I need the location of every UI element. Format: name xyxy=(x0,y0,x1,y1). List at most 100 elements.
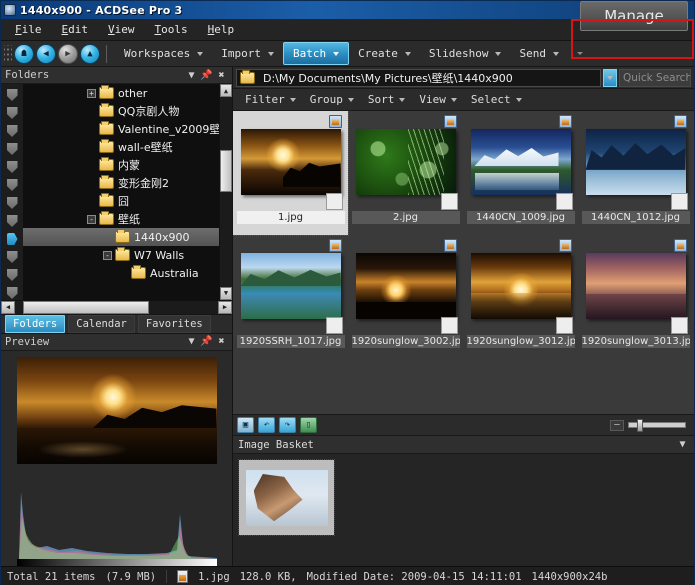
gutter-chip[interactable] xyxy=(1,104,23,122)
menu-item-file[interactable]: File xyxy=(15,23,42,36)
thumbnail-cell[interactable]: 1920SSRH_1017.jpg xyxy=(233,235,348,359)
chevron-down-icon[interactable]: ▼ xyxy=(185,335,198,348)
toolbar-import[interactable]: Import xyxy=(212,43,283,64)
toolbar-batch[interactable]: Batch xyxy=(282,42,350,65)
gutter-chip-selected[interactable] xyxy=(1,230,23,248)
compare-icon[interactable]: ▯ xyxy=(300,417,317,433)
thumbnail-cell[interactable]: 1440CN_1012.jpg xyxy=(578,111,693,235)
scroll-left-icon[interactable]: ◀ xyxy=(1,300,15,314)
scroll-down-icon[interactable]: ▼ xyxy=(220,286,232,300)
basket-item[interactable] xyxy=(238,459,335,536)
tab-favorites[interactable]: Favorites xyxy=(137,314,211,333)
menu-item-edit[interactable]: Edit xyxy=(62,23,89,36)
image-basket[interactable] xyxy=(233,454,694,566)
gutter-chip[interactable] xyxy=(1,140,23,158)
zoom-slider-thumb[interactable] xyxy=(636,419,643,432)
scroll-thumb-h[interactable] xyxy=(23,300,149,314)
filter-button[interactable]: Filter xyxy=(239,90,302,109)
tree-expander-icon[interactable]: - xyxy=(87,214,96,224)
scroll-up-icon[interactable]: ▲ xyxy=(220,84,232,97)
gutter-chip[interactable] xyxy=(1,284,23,300)
menu-item-view[interactable]: View xyxy=(108,23,135,36)
zoom-slider-track[interactable] xyxy=(628,419,686,432)
scroll-track-h[interactable] xyxy=(15,300,218,314)
gutter-chip[interactable] xyxy=(1,122,23,140)
toolbar-send[interactable]: Send xyxy=(510,43,568,64)
forward-icon[interactable]: ▶ xyxy=(58,43,78,64)
tree-item[interactable]: Australia xyxy=(23,264,219,282)
toolbar-create[interactable]: Create xyxy=(349,43,420,64)
tab-folders[interactable]: Folders xyxy=(5,314,66,333)
scroll-track[interactable] xyxy=(220,97,232,287)
up-icon[interactable]: ▲ xyxy=(80,43,100,64)
thumbnail-cell[interactable]: 1.jpg xyxy=(233,111,349,236)
thumbnail-filename: 1920sunglow_3013.jpg xyxy=(581,335,690,348)
chevron-down-icon xyxy=(450,97,457,102)
folder-tree[interactable]: + other QQ京剧人物 Valentine_v2009壁 wall-e壁纸 内蒙 变形… xyxy=(1,84,232,300)
close-icon[interactable]: ✖ xyxy=(215,69,228,82)
gutter-chip[interactable] xyxy=(1,194,23,212)
chevron-down-icon[interactable]: ▼ xyxy=(676,438,689,451)
left-panel-tabs: Folders Calendar Favorites xyxy=(1,313,232,334)
menu-item-help[interactable]: Help xyxy=(208,23,235,36)
zoom-out-button[interactable]: – xyxy=(610,419,624,431)
gutter-chip[interactable] xyxy=(1,158,23,176)
back-icon[interactable]: ◀ xyxy=(36,43,56,64)
gutter-chip[interactable] xyxy=(1,212,23,230)
tree-item[interactable]: Valentine_v2009壁 xyxy=(23,120,219,138)
tree-expander-icon[interactable]: + xyxy=(87,88,96,98)
tree-expander-icon[interactable]: - xyxy=(103,250,112,260)
scroll-thumb[interactable] xyxy=(220,150,232,192)
thumbnail-cell[interactable]: 1440CN_1009.jpg xyxy=(463,111,578,235)
tree-item[interactable]: QQ京剧人物 xyxy=(23,102,219,120)
toolbar-overflow[interactable] xyxy=(568,48,592,59)
toolbar-grip[interactable] xyxy=(4,44,12,63)
pin-icon[interactable]: 📌 xyxy=(200,69,213,82)
preview-area xyxy=(1,350,232,566)
close-icon[interactable]: ✖ xyxy=(215,335,228,348)
toolbar-workspaces[interactable]: Workspaces xyxy=(115,43,212,64)
tab-calendar[interactable]: Calendar xyxy=(68,314,135,333)
chevron-down-icon[interactable]: ▼ xyxy=(185,69,198,82)
scroll-right-icon[interactable]: ▶ xyxy=(218,300,232,314)
manage-button[interactable]: Manage xyxy=(580,1,688,31)
home-icon[interactable]: ☗ xyxy=(14,43,34,64)
rotate-right-icon[interactable]: ↷ xyxy=(279,417,296,433)
thumbnail-cell[interactable]: 2.jpg xyxy=(348,111,463,235)
image-format-badge-icon xyxy=(443,115,457,128)
sort-button[interactable]: Sort xyxy=(362,90,412,109)
folder-icon xyxy=(240,69,255,84)
rotate-left-icon[interactable]: ↶ xyxy=(258,417,275,433)
thumbnail-grid[interactable]: 1.jpg 2.jpg 1440CN_1009.jpg 1440CN_1012.jpg… xyxy=(233,111,694,414)
thumbnail-cell[interactable]: 1920sunglow_3002.jpg xyxy=(348,235,463,359)
tree-item[interactable]: 变形金刚2 xyxy=(23,174,219,192)
image-view-icon[interactable]: ▣ xyxy=(237,417,254,433)
tree-item[interactable]: wall-e壁纸 xyxy=(23,138,219,156)
gutter-chip[interactable] xyxy=(1,86,23,104)
gutter-chip[interactable] xyxy=(1,266,23,284)
tree-horizontal-scrollbar[interactable]: ◀ ▶ xyxy=(1,299,232,314)
path-input[interactable]: D:\My Documents\My Pictures\壁纸\1440x900 xyxy=(236,68,601,87)
gutter-chip[interactable] xyxy=(1,248,23,266)
thumbnail-cell[interactable]: 1920sunglow_3013.jpg xyxy=(578,235,693,359)
tab-calendar-label: Calendar xyxy=(76,317,127,330)
toolbar-slideshow[interactable]: Slideshow xyxy=(420,43,511,64)
select-button[interactable]: Select xyxy=(465,90,528,109)
chevron-down-icon xyxy=(399,97,406,102)
tree-item[interactable]: 内蒙 xyxy=(23,156,219,174)
tree-item[interactable]: 囧 xyxy=(23,192,219,210)
group-button[interactable]: Group xyxy=(304,90,360,109)
tree-vertical-scrollbar[interactable]: ▲ ▼ xyxy=(219,84,232,300)
thumbnail-box xyxy=(583,238,689,334)
tree-item[interactable]: - W7 Walls xyxy=(23,246,219,264)
path-dropdown-button[interactable] xyxy=(603,68,617,87)
thumbnail-cell[interactable]: 1920sunglow_3012.jpg xyxy=(463,235,578,359)
menu-item-tools[interactable]: Tools xyxy=(155,23,188,36)
tree-item[interactable]: 1440x900 xyxy=(23,228,219,246)
tree-item[interactable]: - 壁纸 xyxy=(23,210,219,228)
view-button[interactable]: View xyxy=(413,90,463,109)
quick-search-input[interactable]: Quick Search xyxy=(619,68,691,87)
tree-item[interactable]: + other xyxy=(23,84,219,102)
gutter-chip[interactable] xyxy=(1,176,23,194)
pin-icon[interactable]: 📌 xyxy=(200,335,213,348)
